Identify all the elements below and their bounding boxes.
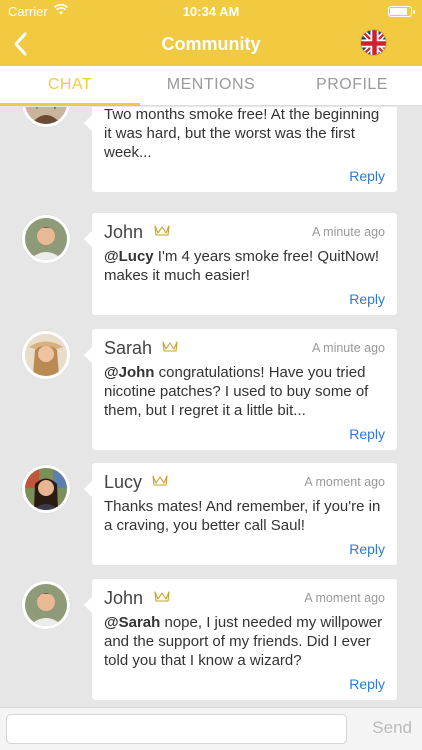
author-name[interactable]: Sarah: [104, 338, 152, 359]
chat-feed[interactable]: Two months smoke free! At the beginning …: [0, 107, 422, 707]
message-text: @John congratulations! Have you tried ni…: [104, 364, 369, 419]
message-card: Lucy A moment ago Thanks mates! And reme…: [84, 463, 397, 565]
reply-link[interactable]: Reply: [104, 541, 385, 565]
author-name[interactable]: John: [104, 588, 143, 609]
message-text: @Lucy I'm 4 years smoke free! QuitNow! m…: [104, 248, 380, 284]
message-card: Sarah A minute ago @John congratulations…: [84, 329, 397, 450]
active-tab-indicator: [0, 103, 140, 106]
author-name[interactable]: John: [104, 222, 143, 243]
navigation-bar: Carrier 10:34 AM Community: [0, 0, 422, 66]
author-name[interactable]: Lucy: [104, 472, 142, 493]
status-bar: Carrier 10:34 AM: [0, 0, 422, 22]
timestamp: A moment ago: [304, 591, 385, 605]
message-text: Two months smoke free! At the beginning …: [104, 107, 380, 161]
message-text: Thanks mates! And remember, if you're in…: [104, 498, 381, 534]
reply-link[interactable]: Reply: [104, 291, 385, 315]
mention[interactable]: @John: [104, 364, 154, 381]
tab-mentions[interactable]: MENTIONS: [140, 66, 282, 106]
mention[interactable]: @Lucy: [104, 248, 154, 265]
send-button[interactable]: Send: [372, 718, 412, 738]
reply-link[interactable]: Reply: [104, 168, 385, 192]
message-composer: Send: [0, 707, 422, 750]
page-title: Community: [161, 34, 261, 54]
reply-link[interactable]: Reply: [104, 426, 385, 450]
tab-chat[interactable]: CHAT: [0, 66, 140, 106]
user-avatar-john[interactable]: [22, 581, 70, 629]
user-avatar-sarah[interactable]: [22, 331, 70, 379]
message-card: John A moment ago @Sarah nope, I just ne…: [84, 579, 397, 700]
reply-link[interactable]: Reply: [104, 676, 385, 700]
timestamp: A minute ago: [312, 225, 385, 239]
uk-flag-icon[interactable]: [360, 29, 387, 56]
timestamp: A moment ago: [304, 475, 385, 489]
user-avatar[interactable]: [22, 107, 70, 127]
tab-bar: CHAT MENTIONS PROFILE: [0, 66, 422, 106]
battery-icon: [388, 6, 415, 17]
crown-icon: [152, 475, 168, 486]
mention[interactable]: @Sarah: [104, 614, 160, 631]
crown-icon: [154, 591, 170, 602]
crown-icon: [154, 225, 170, 236]
message-card: John A minute ago @Lucy I'm 4 years smok…: [84, 213, 397, 315]
message-card: Two months smoke free! At the beginning …: [84, 107, 397, 192]
tab-profile[interactable]: PROFILE: [282, 66, 422, 106]
timestamp: A minute ago: [312, 341, 385, 355]
message-text: @Sarah nope, I just needed my willpower …: [104, 614, 383, 669]
crown-icon: [162, 341, 178, 352]
user-avatar-lucy[interactable]: [22, 465, 70, 513]
clock: 10:34 AM: [182, 4, 240, 19]
user-avatar-john[interactable]: [22, 215, 70, 263]
message-input[interactable]: [6, 714, 347, 744]
